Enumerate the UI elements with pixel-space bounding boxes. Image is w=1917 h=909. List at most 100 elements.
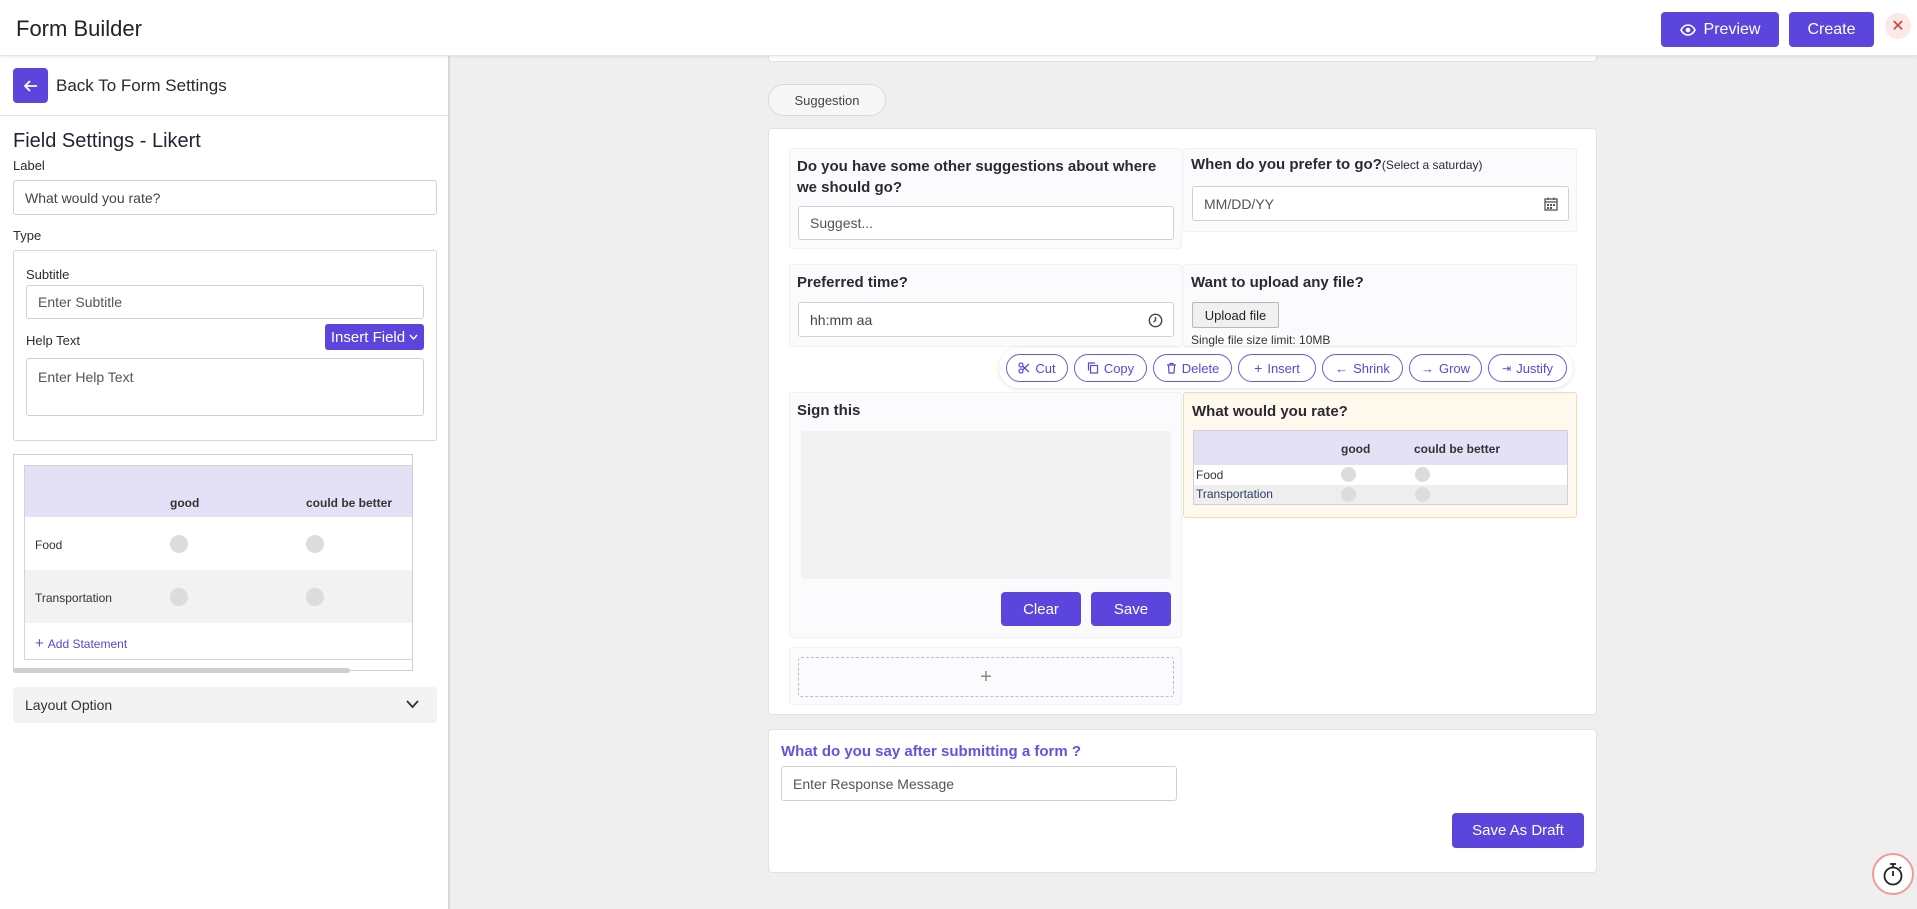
create-button[interactable]: Create	[1789, 12, 1874, 47]
add-statement-label: Add Statement	[47, 636, 128, 651]
grow-button[interactable]: → Grow	[1409, 354, 1482, 382]
top-bar: Form Builder Preview Create ✕	[0, 0, 1917, 56]
clear-signature-button[interactable]: Clear	[1001, 592, 1081, 626]
likert-row-label: Transportation	[1196, 487, 1273, 501]
likert-table: good could be better Food Transportation…	[24, 465, 412, 660]
back-row: Back To Form Settings	[0, 56, 448, 116]
likert-row-label: Food	[1196, 468, 1224, 482]
time-placeholder: hh:mm aa	[810, 311, 873, 328]
trash-icon	[1166, 362, 1176, 374]
likert-radio[interactable]	[1341, 467, 1356, 482]
type-caption: Type	[13, 228, 42, 243]
upload-file-button[interactable]: Upload file	[1192, 302, 1279, 328]
calendar-icon[interactable]	[1544, 197, 1558, 211]
layout-option-label: Layout Option	[25, 697, 113, 713]
cut-label: Cut	[1035, 360, 1056, 376]
copy-button[interactable]: Copy	[1074, 354, 1147, 382]
copy-icon	[1087, 362, 1098, 374]
likert-preview-table: good could be better Food Transportation	[1193, 430, 1568, 505]
back-to-form-settings-link[interactable]: Back To Form Settings	[56, 76, 227, 96]
field-toolbar: Cut Copy Delete + Insert ← Shrink → Grow…	[999, 348, 1573, 388]
likert-radio[interactable]	[1415, 487, 1430, 502]
submission-card: What do you say after submitting a form …	[768, 729, 1597, 873]
label-input[interactable]: What would you rate?	[13, 180, 437, 215]
arrow-right-icon: →	[1420, 360, 1434, 376]
back-arrow-button[interactable]	[13, 68, 48, 103]
plus-icon: +	[35, 635, 44, 652]
likert-preview-row: Transportation	[1194, 485, 1567, 504]
insert-label: Insert	[1267, 360, 1300, 376]
signature-pad[interactable]	[801, 431, 1171, 579]
field-settings-title: Field Settings - Likert	[13, 130, 201, 152]
likert-column-header: could be better	[1414, 442, 1501, 456]
subtitle-input[interactable]: Enter Subtitle	[26, 285, 424, 319]
likert-header-row: good could be better	[25, 466, 412, 517]
likert-preview-header: good could be better	[1194, 431, 1567, 465]
date-placeholder: MM/DD/YY	[1204, 195, 1274, 212]
add-field-button[interactable]: +	[798, 657, 1174, 697]
likert-row: Food	[25, 517, 412, 570]
likert-radio[interactable]	[1341, 487, 1356, 502]
field-question: Do you have some other suggestions about…	[797, 158, 1157, 196]
suggest-input[interactable]: Suggest...	[798, 206, 1174, 240]
insert-field-label: Insert Field	[330, 328, 406, 346]
save-signature-button[interactable]: Save	[1091, 592, 1171, 626]
likert-column-header: good	[1341, 442, 1371, 456]
horizontal-scrollbar[interactable]	[13, 668, 350, 673]
date-question-row: When do you prefer to go?(Select a satur…	[1191, 156, 1483, 174]
grow-label: Grow	[1438, 360, 1471, 376]
add-statement-link[interactable]: + Add Statement	[35, 635, 127, 652]
subtitle-caption: Subtitle	[26, 267, 70, 282]
layout-option-accordion[interactable]: Layout Option	[13, 687, 437, 723]
likert-radio[interactable]	[170, 588, 188, 606]
field-question: Sign this	[797, 402, 861, 419]
justify-icon: ⇥	[1501, 362, 1512, 375]
insert-field-button[interactable]: Insert Field	[325, 324, 424, 350]
stopwatch-icon	[1883, 863, 1903, 886]
cut-button[interactable]: Cut	[1006, 354, 1068, 382]
likert-radio[interactable]	[306, 535, 324, 553]
upload-limit-text: Single file size limit: 10MB	[1191, 333, 1331, 347]
help-text-caption: Help Text	[26, 333, 80, 348]
preview-button[interactable]: Preview	[1661, 12, 1779, 47]
field-question: When do you prefer to go?	[1191, 156, 1382, 173]
date-hint: (Select a saturday)	[1381, 158, 1483, 172]
label-caption: Label	[13, 158, 45, 173]
scissors-icon	[1018, 362, 1030, 374]
likert-radio[interactable]	[170, 535, 188, 553]
help-text-textarea[interactable]: Enter Help Text	[26, 358, 424, 416]
likert-column-header: could be better	[306, 496, 393, 510]
arrow-left-icon	[23, 79, 37, 92]
justify-button[interactable]: ⇥ Justify	[1488, 354, 1567, 382]
delete-button[interactable]: Delete	[1153, 354, 1232, 382]
likert-preview-row: Food	[1194, 465, 1567, 485]
shrink-button[interactable]: ← Shrink	[1322, 354, 1403, 382]
section-pill[interactable]: Suggestion	[768, 84, 886, 116]
likert-field-selected[interactable]: What would you rate? good could be bette…	[1183, 392, 1577, 518]
close-icon[interactable]: ✕	[1885, 13, 1911, 39]
save-as-draft-button[interactable]: Save As Draft	[1452, 813, 1584, 848]
likert-column-header: good	[170, 496, 200, 510]
arrow-left-icon: ←	[1335, 360, 1349, 376]
copy-label: Copy	[1103, 360, 1135, 376]
field-question: Preferred time?	[797, 274, 908, 291]
insert-button[interactable]: + Insert	[1238, 354, 1316, 382]
date-input[interactable]: MM/DD/YY	[1192, 186, 1569, 221]
plus-icon: +	[1254, 360, 1263, 376]
shrink-label: Shrink	[1353, 360, 1390, 376]
time-input[interactable]: hh:mm aa	[798, 302, 1174, 337]
field-question: Want to upload any file?	[1191, 274, 1364, 291]
likert-radio[interactable]	[1415, 467, 1430, 482]
likert-row-label: Transportation	[35, 591, 112, 605]
app-title: Form Builder	[16, 16, 142, 41]
field-settings-sidebar: Back To Form Settings Field Settings - L…	[0, 56, 450, 909]
chevron-down-icon	[406, 700, 419, 709]
clock-icon[interactable]	[1148, 313, 1163, 328]
response-message-input[interactable]: Enter Response Message	[781, 766, 1177, 801]
likert-row-label: Food	[35, 538, 63, 552]
likert-editor: good could be better Food Transportation…	[13, 454, 413, 671]
field-question: What would you rate?	[1192, 403, 1348, 420]
timer-button[interactable]	[1872, 853, 1914, 895]
preview-label: Preview	[1703, 20, 1761, 38]
likert-radio[interactable]	[306, 588, 324, 606]
